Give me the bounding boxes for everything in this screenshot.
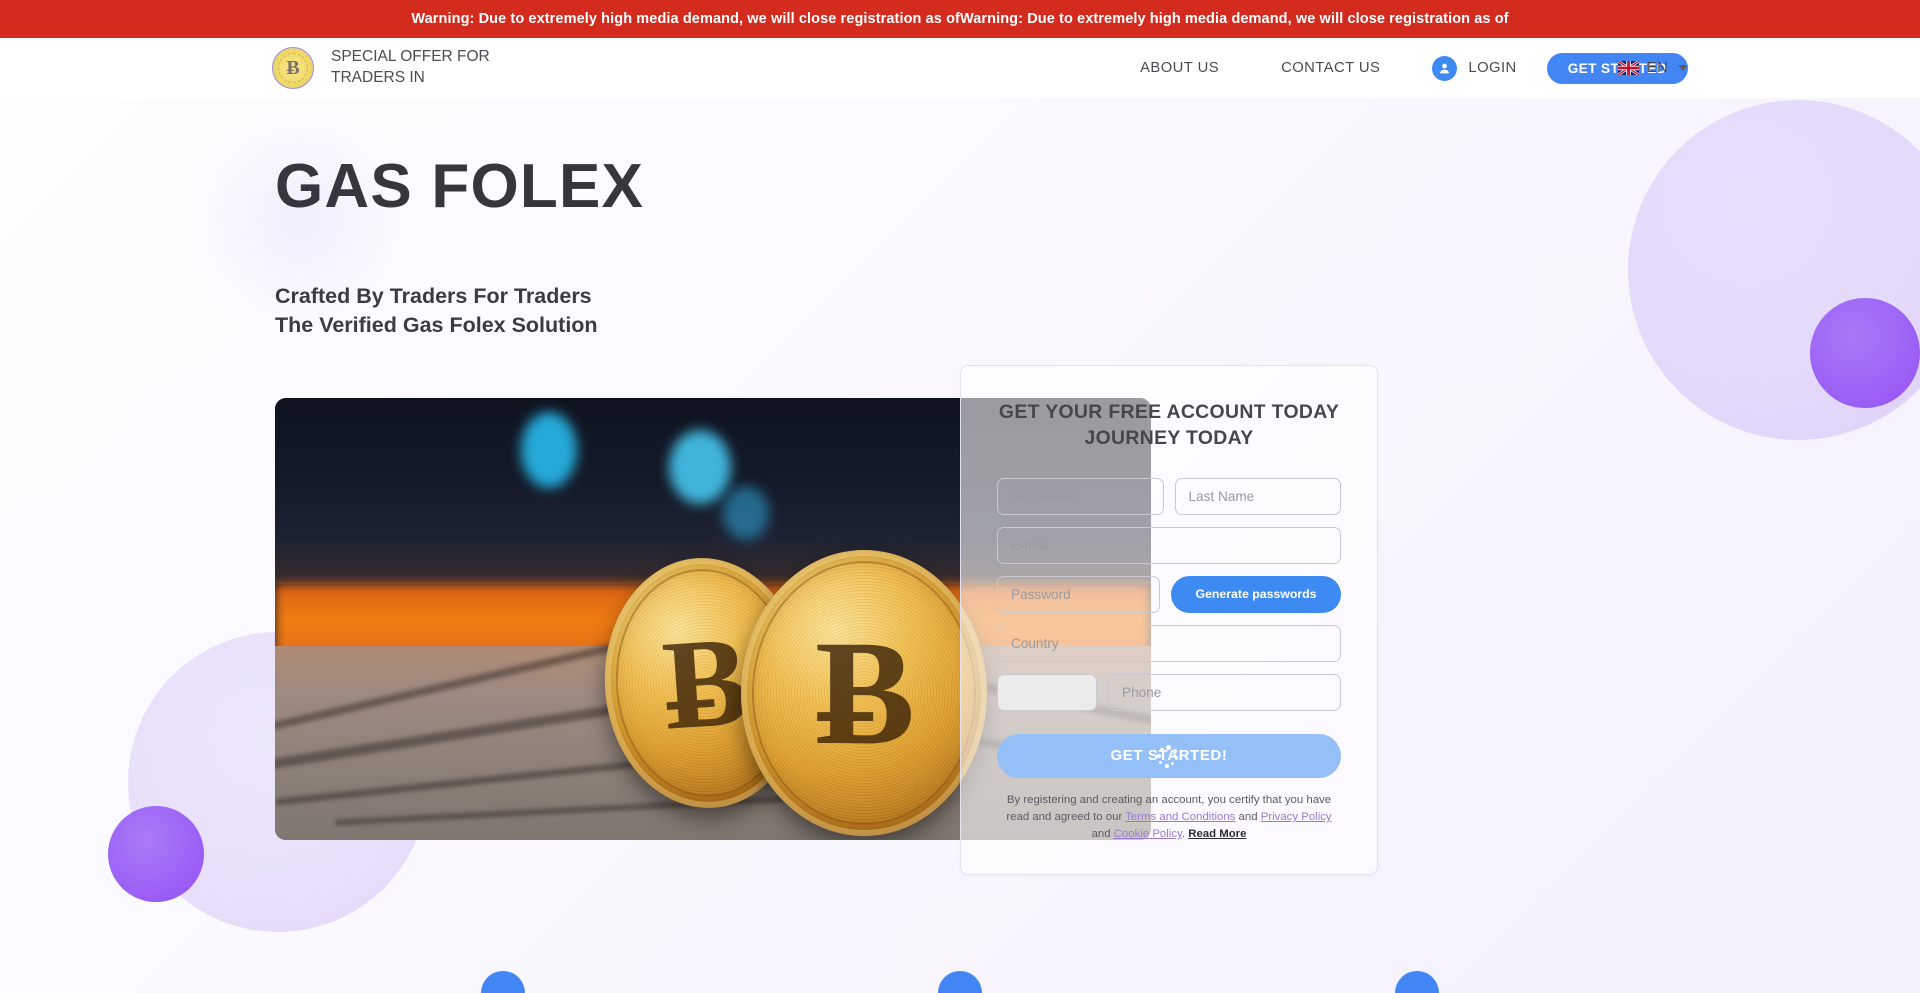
hero-image-bokeh-light xyxy=(669,430,731,505)
read-more-link[interactable]: Read More xyxy=(1188,828,1246,840)
bitcoin-coin-glyph: Ƀ xyxy=(286,57,300,79)
uk-flag-icon xyxy=(1618,61,1640,75)
warning-banner: Warning: Due to extremely high media dem… xyxy=(0,0,1920,38)
last-name-input[interactable] xyxy=(1174,477,1341,515)
hero-image-bitcoin-coin-front: Ƀ xyxy=(741,550,987,837)
login-label: LOGIN xyxy=(1468,60,1517,76)
feature-item xyxy=(732,953,1189,993)
hero-subtitle-line-2: The Verified Gas Folex Solution xyxy=(275,312,598,337)
bitcoin-symbol-glyph: Ƀ xyxy=(814,610,915,777)
hero-left-column: GAS FOLEX Crafted By Traders For Traders… xyxy=(0,152,1151,875)
hero-image-bokeh-light xyxy=(521,412,577,489)
bitcoin-coin-icon: Ƀ xyxy=(272,47,314,89)
brand-text: SPECIAL OFFER FOR TRADERS IN xyxy=(331,48,490,86)
features-strip xyxy=(0,953,1920,993)
feature-icon-circle xyxy=(938,971,982,993)
legal-disclaimer: By registering and creating an account, … xyxy=(997,792,1341,844)
first-name-input[interactable] xyxy=(997,477,1164,515)
password-input[interactable] xyxy=(997,575,1160,613)
legal-and-2: and xyxy=(1091,828,1114,841)
page-title: GAS FOLEX xyxy=(275,152,645,221)
cookie-policy-link[interactable]: Cookie Policy xyxy=(1114,828,1182,840)
user-avatar-icon xyxy=(1432,55,1458,81)
get-started-submit-button[interactable]: GET STARTED! xyxy=(997,733,1341,778)
landing-page: Warning: Due to extremely high media dem… xyxy=(0,0,1920,993)
warning-banner-text: Warning: Due to extremely high media dem… xyxy=(411,11,1509,27)
login-button[interactable]: LOGIN xyxy=(1432,55,1517,81)
name-field-row xyxy=(997,477,1341,515)
site-header: Ƀ SPECIAL OFFER FOR TRADERS IN ABOUT US … xyxy=(0,38,1920,98)
brand-logo[interactable]: Ƀ SPECIAL OFFER FOR TRADERS IN xyxy=(272,47,541,89)
country-code-select[interactable] xyxy=(997,673,1097,711)
phone-field-row xyxy=(997,673,1341,711)
feature-item xyxy=(275,953,732,993)
feature-item xyxy=(1188,953,1645,993)
terms-and-conditions-link[interactable]: Terms and Conditions xyxy=(1125,811,1235,823)
phone-input[interactable] xyxy=(1108,673,1341,711)
language-switcher[interactable]: EN xyxy=(1618,60,1688,76)
hero-subtitle: Crafted By Traders For Traders The Verif… xyxy=(275,282,930,339)
hero-image-bokeh-light xyxy=(723,486,769,541)
signup-form-panel: GET YOUR FREE ACCOUNT TODAY JOURNEY TODA… xyxy=(960,365,1378,875)
feature-icon-circle xyxy=(481,971,526,993)
hero-subtitle-line-1: Crafted By Traders For Traders xyxy=(275,284,592,308)
email-field-row xyxy=(997,526,1341,564)
nav-item-about-us[interactable]: ABOUT US xyxy=(1140,60,1219,76)
country-field-row xyxy=(997,624,1341,662)
feature-icon-circle xyxy=(1394,971,1439,993)
password-field-row: Generate passwords xyxy=(997,575,1341,613)
hero-section: GAS FOLEX Crafted By Traders For Traders… xyxy=(0,98,1920,875)
nav-item-contact-us[interactable]: CONTACT US xyxy=(1281,60,1380,76)
country-input[interactable] xyxy=(997,624,1341,662)
main-nav: ABOUT US CONTACT US LOGIN GET STARTED xyxy=(1140,52,1920,84)
bitcoin-symbol-glyph: Ƀ xyxy=(658,609,752,757)
chevron-down-icon xyxy=(1678,65,1688,71)
language-code: EN xyxy=(1647,60,1668,76)
email-input[interactable] xyxy=(997,526,1341,564)
get-started-submit-label: GET STARTED! xyxy=(1110,747,1228,765)
generate-passwords-button[interactable]: Generate passwords xyxy=(1171,575,1341,613)
signup-form-title: GET YOUR FREE ACCOUNT TODAY JOURNEY TODA… xyxy=(998,401,1340,449)
legal-and-1: and xyxy=(1235,810,1261,823)
privacy-policy-link[interactable]: Privacy Policy xyxy=(1261,811,1332,823)
